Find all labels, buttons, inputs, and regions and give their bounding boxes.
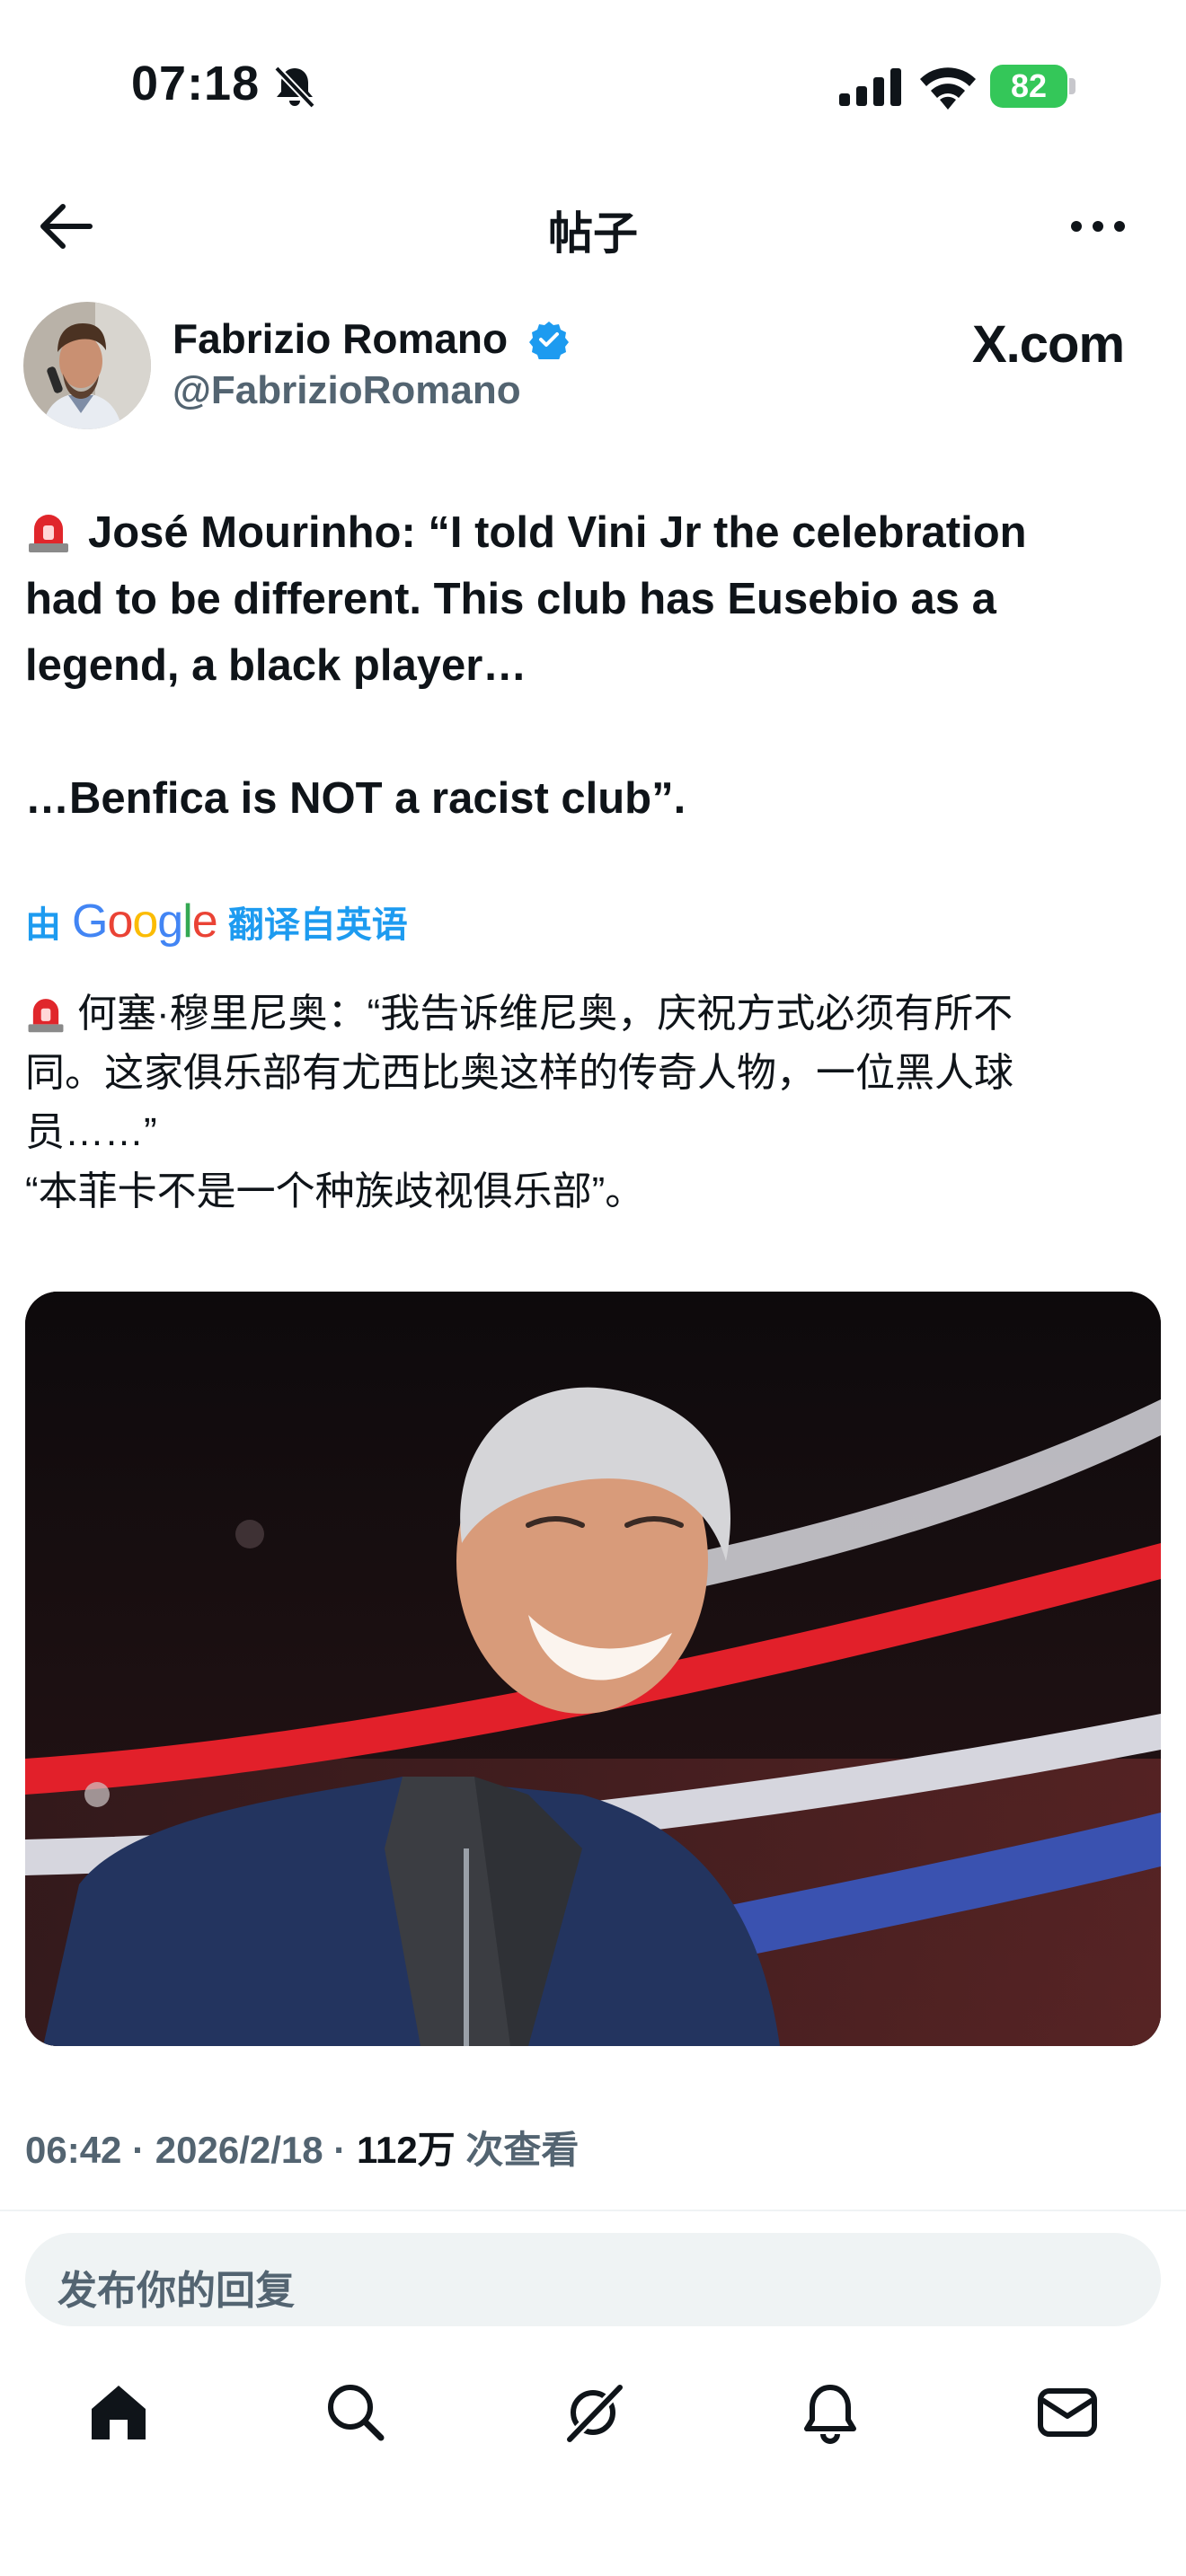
verified-badge-icon <box>529 322 569 359</box>
views-count: 112万 <box>356 2129 456 2171</box>
translate-suffix: 翻译自英语 <box>227 905 408 945</box>
tweet-meta: 06:42 · 2026/2/18 · 112万 次查看 <box>25 2120 579 2175</box>
status-time: 07:18 <box>131 57 261 110</box>
tweet-date: 2026/2/18 <box>155 2129 323 2171</box>
author-handle[interactable]: @FabrizioRomano <box>173 368 521 413</box>
siren-emoji-icon <box>29 515 68 552</box>
signal-icon <box>839 68 901 106</box>
translated-line-2: 同。这家俱乐部有尤西比奥这样的传奇人物，一位黑人球 <box>25 1051 1013 1095</box>
author-name[interactable]: Fabrizio Romano <box>173 314 508 363</box>
tweet-text: José Mourinho: “I told Vini Jr the celeb… <box>25 499 1166 832</box>
notifications-icon[interactable] <box>798 2380 863 2445</box>
translated-line-1: 何塞·穆里尼奥：“我告诉维尼奥，庆祝方式必须有所不 <box>77 992 1013 1036</box>
views-label: 次查看 <box>465 2129 580 2171</box>
battery-level: 82 <box>990 65 1067 108</box>
wifi-icon <box>920 67 976 110</box>
tweet-line-4: …Benfica is NOT a racist club”. <box>25 774 686 823</box>
translated-line-3: 员……” <box>25 1110 157 1154</box>
grok-icon[interactable] <box>561 2380 625 2445</box>
home-icon[interactable] <box>86 2380 151 2445</box>
translated-line-4: “本菲卡不是一个种族歧视俱乐部”。 <box>25 1169 645 1213</box>
tweet-time: 06:42 <box>25 2129 122 2171</box>
translated-text: 何塞·穆里尼奥：“我告诉维尼奥，庆祝方式必须有所不 同。这家俱乐部有尤西比奥这样… <box>25 984 1166 1222</box>
separator: · <box>333 2129 347 2171</box>
translated-by-google[interactable]: 由 Google 翻译自英语 <box>25 895 408 948</box>
tweet-line-3: legend, a black player… <box>25 641 527 690</box>
photo-icon[interactable] <box>25 1292 1161 2046</box>
reply-placeholder[interactable]: 发布你的回复 <box>58 2258 295 2316</box>
bell-slash-icon <box>274 66 315 109</box>
translate-prefix: 由 <box>25 905 61 945</box>
search-icon[interactable] <box>323 2380 388 2445</box>
separator: · <box>132 2129 146 2171</box>
x-watermark: X.com <box>972 315 1125 374</box>
tweet-line-1: José Mourinho: “I told Vini Jr the celeb… <box>88 508 1027 557</box>
google-logo: Google <box>72 895 218 948</box>
more-horizontal-icon[interactable] <box>1069 203 1127 250</box>
battery-charging-icon: 82 <box>990 65 1076 108</box>
tweet-line-2: had to be different. This club has Euseb… <box>25 575 996 623</box>
messages-icon[interactable] <box>1035 2380 1100 2445</box>
page-title: 帖子 <box>548 208 638 259</box>
avatar[interactable] <box>23 302 151 429</box>
divider <box>0 2210 1186 2211</box>
siren-emoji-icon <box>28 999 64 1033</box>
